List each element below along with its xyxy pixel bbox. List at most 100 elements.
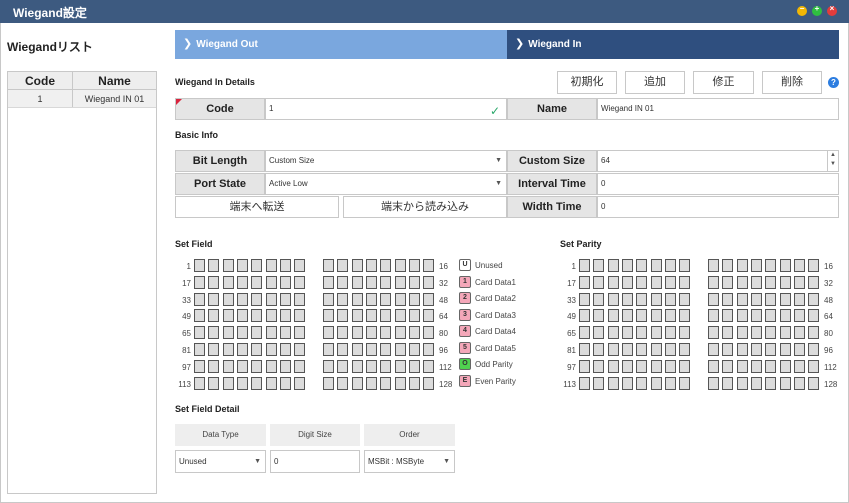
field-bit-cell[interactable] [223,293,234,306]
tab-wiegand-out[interactable]: ❯ Wiegand Out [175,30,507,59]
parity-bit-cell[interactable] [593,293,604,306]
field-bit-cell[interactable] [380,259,391,272]
parity-bit-cell[interactable] [751,326,762,339]
field-bit-cell[interactable] [423,360,434,373]
legend-badge-icon[interactable]: 1 [459,276,471,288]
field-bit-cell[interactable] [380,326,391,339]
field-bit-cell[interactable] [251,326,262,339]
width-time-input[interactable]: 0 [597,196,839,218]
field-bit-cell[interactable] [352,276,363,289]
field-bit-cell[interactable] [423,377,434,390]
field-bit-cell[interactable] [323,377,334,390]
field-bit-cell[interactable] [251,360,262,373]
parity-bit-cell[interactable] [608,377,619,390]
field-bit-cell[interactable] [251,276,262,289]
parity-bit-cell[interactable] [636,293,647,306]
parity-bit-cell[interactable] [722,259,733,272]
parity-bit-cell[interactable] [780,343,791,356]
parity-bit-cell[interactable] [665,343,676,356]
field-bit-cell[interactable] [395,259,406,272]
field-bit-cell[interactable] [366,360,377,373]
field-bit-cell[interactable] [409,360,420,373]
field-bit-cell[interactable] [237,326,248,339]
field-bit-cell[interactable] [237,377,248,390]
field-bit-cell[interactable] [352,377,363,390]
field-bit-cell[interactable] [266,276,277,289]
edit-button[interactable]: 修正 [693,71,754,94]
parity-bit-cell[interactable] [622,343,633,356]
send-to-device-button[interactable]: 端末へ転送 [175,196,339,218]
field-bit-cell[interactable] [294,326,305,339]
field-bit-cell[interactable] [251,293,262,306]
parity-bit-cell[interactable] [593,343,604,356]
parity-bit-cell[interactable] [622,276,633,289]
interval-time-input[interactable]: 0 [597,173,839,195]
parity-bit-cell[interactable] [579,293,590,306]
parity-bit-cell[interactable] [708,343,719,356]
field-bit-cell[interactable] [266,326,277,339]
field-bit-cell[interactable] [323,293,334,306]
parity-bit-cell[interactable] [636,360,647,373]
parity-bit-cell[interactable] [808,259,819,272]
field-bit-cell[interactable] [208,377,219,390]
delete-button[interactable]: 削除 [762,71,822,94]
field-bit-cell[interactable] [208,343,219,356]
parity-bit-cell[interactable] [737,360,748,373]
field-bit-cell[interactable] [409,309,420,322]
field-bit-cell[interactable] [251,377,262,390]
parity-bit-cell[interactable] [808,326,819,339]
legend-badge-icon[interactable]: 5 [459,342,471,354]
field-bit-cell[interactable] [237,259,248,272]
parity-bit-cell[interactable] [579,309,590,322]
field-bit-cell[interactable] [409,259,420,272]
field-bit-cell[interactable] [208,293,219,306]
parity-bit-cell[interactable] [608,343,619,356]
field-bit-cell[interactable] [423,309,434,322]
parity-bit-cell[interactable] [593,360,604,373]
field-bit-cell[interactable] [294,377,305,390]
add-button[interactable]: 追加 [625,71,685,94]
parity-bit-cell[interactable] [765,293,776,306]
parity-bit-cell[interactable] [808,309,819,322]
parity-bit-cell[interactable] [622,377,633,390]
field-bit-cell[interactable] [366,259,377,272]
parity-bit-cell[interactable] [751,276,762,289]
parity-bit-cell[interactable] [679,360,690,373]
parity-bit-cell[interactable] [765,259,776,272]
field-bit-cell[interactable] [352,309,363,322]
field-bit-cell[interactable] [423,276,434,289]
legend-badge-icon[interactable]: U [459,259,471,271]
field-bit-cell[interactable] [380,377,391,390]
parity-bit-cell[interactable] [708,276,719,289]
parity-bit-cell[interactable] [665,309,676,322]
parity-bit-cell[interactable] [636,326,647,339]
field-bit-cell[interactable] [337,360,348,373]
parity-bit-cell[interactable] [737,293,748,306]
parity-bit-cell[interactable] [765,377,776,390]
parity-bit-cell[interactable] [708,326,719,339]
field-bit-cell[interactable] [223,309,234,322]
field-bit-cell[interactable] [409,326,420,339]
field-bit-cell[interactable] [266,293,277,306]
field-bit-cell[interactable] [208,326,219,339]
parity-bit-cell[interactable] [636,259,647,272]
field-bit-cell[interactable] [337,259,348,272]
parity-bit-cell[interactable] [679,377,690,390]
field-bit-cell[interactable] [294,293,305,306]
field-bit-cell[interactable] [194,360,205,373]
field-bit-cell[interactable] [380,276,391,289]
parity-bit-cell[interactable] [751,293,762,306]
field-bit-cell[interactable] [280,326,291,339]
parity-bit-cell[interactable] [780,276,791,289]
parity-bit-cell[interactable] [651,259,662,272]
field-bit-cell[interactable] [352,360,363,373]
field-bit-cell[interactable] [423,293,434,306]
field-bit-cell[interactable] [266,309,277,322]
field-bit-cell[interactable] [323,343,334,356]
parity-bit-cell[interactable] [579,343,590,356]
field-bit-cell[interactable] [395,326,406,339]
field-bit-cell[interactable] [409,293,420,306]
parity-bit-cell[interactable] [593,259,604,272]
field-bit-cell[interactable] [237,309,248,322]
parity-bit-cell[interactable] [593,309,604,322]
